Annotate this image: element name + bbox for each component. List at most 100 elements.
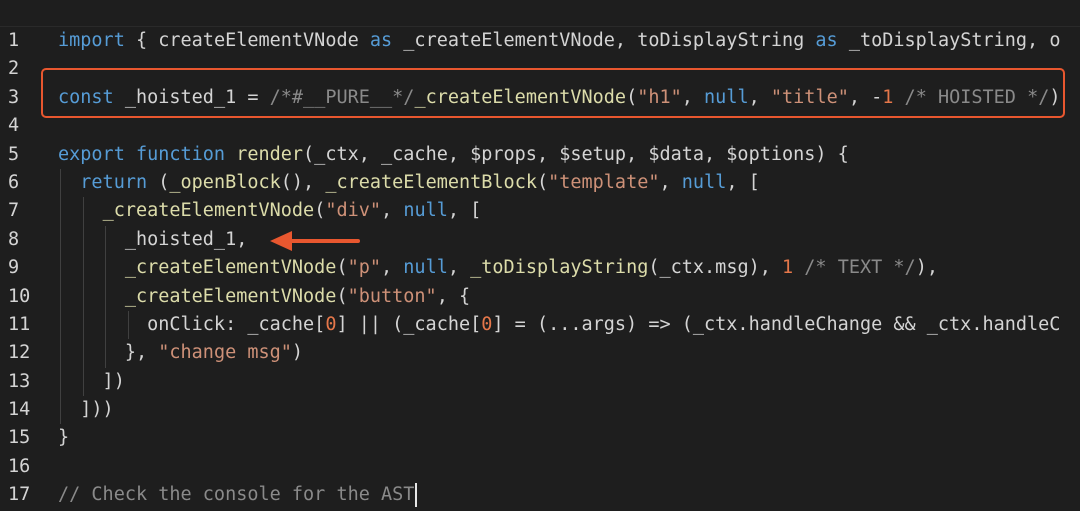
line-code: _createElementVNode("button", { <box>58 283 470 311</box>
code-token: toDisplayString <box>637 30 805 51</box>
code-token: , - <box>848 86 883 108</box>
line-code: } <box>58 424 69 452</box>
code-line[interactable]: 6 return (_openBlock(), _createElementBl… <box>0 168 1080 198</box>
line-number: 4 <box>8 115 20 137</box>
code-token: _hoisted_1, <box>58 228 248 250</box>
code-token: 0 <box>325 313 337 335</box>
code-token: ] || (_cache[ <box>336 313 482 335</box>
line-code: _createElementVNode("div", null, [ <box>58 197 482 225</box>
code-token: , [ <box>726 171 760 193</box>
code-line[interactable]: 15} <box>0 424 1080 452</box>
code-line[interactable]: 4 <box>0 112 1080 140</box>
line-number: 10 <box>8 285 31 307</box>
code-token: const <box>58 86 114 108</box>
code-token: _toDisplayString, o <box>848 30 1061 51</box>
code-token: null <box>681 171 727 193</box>
line-code: }, "change msg") <box>58 339 303 367</box>
code-token: ( <box>536 171 549 193</box>
line-number: 11 <box>8 313 31 335</box>
line-number: 7 <box>8 200 20 222</box>
line-code: const _hoisted_1 = /*#__PURE__*/_createE… <box>58 84 1061 112</box>
line-code: onClick: _cache[0] || (_cache[0] = (...a… <box>58 311 1060 339</box>
code-token: return <box>80 171 148 193</box>
code-line[interactable]: 16 <box>0 453 1080 481</box>
code-lines[interactable]: 1 import { createElementVNode as _createE… <box>0 27 1080 510</box>
code-token: , <box>447 257 471 279</box>
line-number: 6 <box>8 171 20 193</box>
code-token: { <box>124 30 159 51</box>
code-token: "template" <box>548 171 660 193</box>
code-token: ( <box>336 285 348 307</box>
line-number: 1 <box>8 30 20 51</box>
code-token: as <box>804 30 849 51</box>
code-token: 1 <box>882 86 894 108</box>
code-line[interactable]: 17 // Check the console for the AST <box>0 481 1080 509</box>
code-token: "p" <box>347 257 382 279</box>
line-number: 14 <box>8 399 31 421</box>
line-code: ]) <box>58 368 125 396</box>
code-token: /*#__PURE__*/ <box>269 86 415 108</box>
line-number: 17 <box>8 484 31 506</box>
code-line[interactable]: 12 }, "change msg") <box>0 339 1080 368</box>
text-cursor <box>415 483 418 508</box>
code-token: ) <box>291 342 304 364</box>
code-token: null <box>403 257 448 279</box>
code-line[interactable]: 14 ])) <box>0 396 1080 425</box>
code-token: , <box>681 86 705 108</box>
code-token: createElementVNode <box>158 30 359 51</box>
code-token: ), <box>915 257 938 279</box>
code-token: (_ctx.msg), <box>648 257 783 279</box>
code-token: null <box>704 86 749 108</box>
code-token: "button" <box>347 285 437 307</box>
code-line[interactable]: 3 const _hoisted_1 = /*#__PURE__*/_create… <box>0 84 1080 112</box>
code-token: as <box>358 30 404 51</box>
line-number: 2 <box>8 58 20 80</box>
code-token: _toDisplayString <box>470 257 649 279</box>
code-line[interactable]: 7 _createElementVNode("div", null, [ <box>0 197 1080 226</box>
code-token: _createElementVNode <box>124 285 337 307</box>
code-line[interactable]: 1 import { createElementVNode as _createE… <box>0 27 1080 55</box>
code-token: "title" <box>770 86 849 108</box>
code-line[interactable]: 8 _hoisted_1, <box>0 225 1080 255</box>
line-code: return (_openBlock(), _createElementBloc… <box>58 169 760 197</box>
code-token: 1 <box>782 257 794 279</box>
code-token: /* TEXT */ <box>793 257 916 279</box>
code-line[interactable]: 11 onClick: _cache[0] || (_cache[0] = (.… <box>0 310 1080 340</box>
code-line[interactable]: 10 _createElementVNode("button", { <box>0 282 1080 311</box>
code-token: "div" <box>325 200 382 222</box>
code-line[interactable]: 5 export function render(_ctx, _cache, $p… <box>0 141 1080 169</box>
code-token: , { <box>436 285 471 307</box>
line-code: _hoisted_1, <box>58 226 248 254</box>
code-token: _createElementBlock <box>325 171 537 193</box>
code-token: ( <box>336 257 348 279</box>
line-number: 9 <box>8 257 20 279</box>
code-token: ( <box>314 200 326 222</box>
line-code: export function render(_ctx, _cache, $pr… <box>58 141 849 169</box>
line-code: ])) <box>58 396 114 424</box>
code-token: ])) <box>58 399 114 421</box>
code-token: ) <box>1049 86 1061 108</box>
code-token: , <box>381 200 404 222</box>
line-number: 5 <box>8 143 20 165</box>
code-token: , <box>659 171 682 193</box>
left-arrow-icon <box>270 231 360 251</box>
code-token: "change msg" <box>158 342 292 364</box>
code-token: export <box>58 143 125 165</box>
code-line[interactable]: 13 ]) <box>0 367 1080 397</box>
line-number: 12 <box>8 342 31 364</box>
code-token: _createElementVNode <box>102 200 315 222</box>
code-token: import <box>58 30 125 51</box>
code-token: function <box>135 143 226 165</box>
code-editor[interactable]: 1 import { createElementVNode as _createE… <box>0 0 1080 511</box>
line-number: 8 <box>8 228 20 250</box>
code-token: , [ <box>447 200 482 222</box>
code-token: _createElementVNode <box>124 257 337 279</box>
line-number: 3 <box>8 86 20 108</box>
code-line[interactable]: 2 <box>0 55 1080 83</box>
code-token: render <box>236 143 304 165</box>
code-token: }, <box>58 342 159 364</box>
code-line[interactable]: 9 _createElementVNode("p", null, _toDisp… <box>0 254 1080 283</box>
